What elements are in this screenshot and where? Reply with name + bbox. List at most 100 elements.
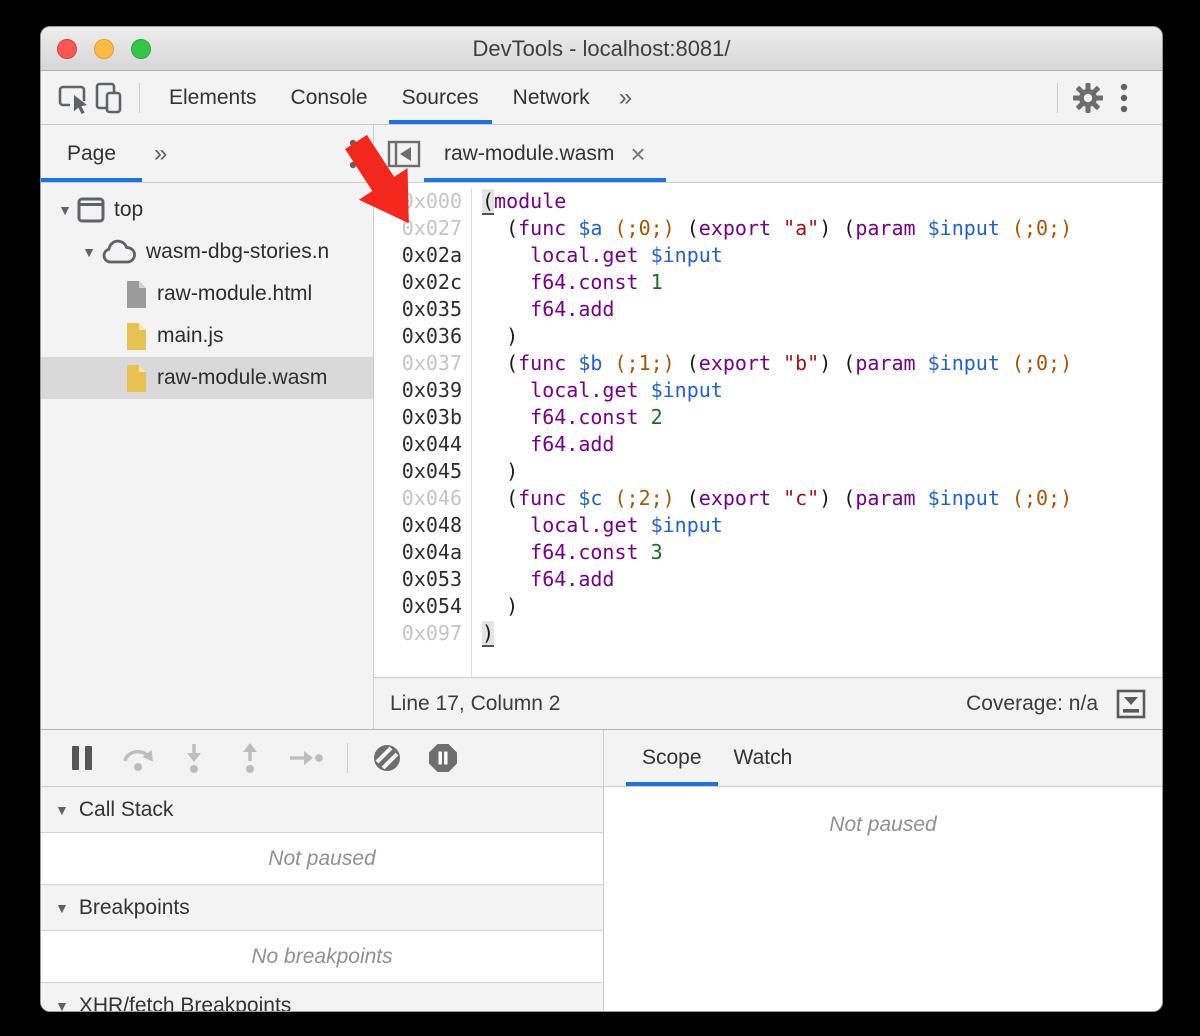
source-text: (module (func $a (;0;) (export "a") (par… xyxy=(472,188,1162,677)
tab-watch[interactable]: Watch xyxy=(718,730,809,786)
gutter-line-address[interactable]: 0x045 xyxy=(374,458,462,485)
disclosure-triangle-icon[interactable]: ▼ xyxy=(77,244,101,260)
code-editor: 0x0000x0270x02a0x02c0x0350x0360x0370x039… xyxy=(374,183,1162,677)
file-icon xyxy=(125,280,148,309)
code-token xyxy=(602,486,614,510)
more-panels-button[interactable]: » xyxy=(607,71,644,124)
step-into-button[interactable] xyxy=(177,741,211,775)
gutter-line-address[interactable]: 0x03b xyxy=(374,404,462,431)
code-line[interactable]: f64.add xyxy=(482,431,1162,458)
tree-item-main-js[interactable]: main.js xyxy=(41,315,373,357)
section-title: Breakpoints xyxy=(79,896,190,920)
code-line[interactable]: (func $b (;1;) (export "b") (param $inpu… xyxy=(482,350,1162,377)
tab-elements[interactable]: Elements xyxy=(152,71,274,124)
debugger-pane: ▼Call StackNot paused▼BreakpointsNo brea… xyxy=(41,730,604,1011)
gutter-line-address[interactable]: 0x000 xyxy=(374,188,462,215)
section-header-xhr-fetch-breakpoints[interactable]: ▼XHR/fetch Breakpoints xyxy=(41,983,603,1011)
code-token: f64.add xyxy=(530,432,614,456)
close-window-button[interactable] xyxy=(57,39,77,59)
kebab-menu-icon xyxy=(349,139,357,169)
main-menu-button[interactable] xyxy=(1106,80,1142,116)
disclosure-triangle-icon: ▼ xyxy=(55,802,69,818)
step-out-button[interactable] xyxy=(233,741,267,775)
code-line[interactable]: f64.add xyxy=(482,566,1162,593)
coverage-drawer-icon[interactable] xyxy=(1116,689,1146,719)
kebab-menu-icon xyxy=(1120,83,1128,113)
gutter-line-address[interactable]: 0x048 xyxy=(374,512,462,539)
gutter-line-address[interactable]: 0x054 xyxy=(374,593,462,620)
code-line[interactable]: f64.const 1 xyxy=(482,269,1162,296)
line-number-gutter: 0x0000x0270x02a0x02c0x0350x0360x0370x039… xyxy=(374,188,472,677)
code-line[interactable]: ) xyxy=(482,458,1162,485)
code-line[interactable]: f64.const 3 xyxy=(482,539,1162,566)
gutter-line-address[interactable]: 0x02c xyxy=(374,269,462,296)
zoom-window-button[interactable] xyxy=(131,39,151,59)
code-line[interactable]: ) xyxy=(482,620,1162,647)
gutter-line-address[interactable]: 0x046 xyxy=(374,485,462,512)
code-token: func xyxy=(518,216,566,240)
gutter-line-address[interactable]: 0x036 xyxy=(374,323,462,350)
sources-panel: Page » ▼top▼wasm-dbg-stories.nraw-module… xyxy=(41,125,1162,729)
code-line[interactable]: (func $c (;2;) (export "c") (param $inpu… xyxy=(482,485,1162,512)
debugger-sidebar: ▼Call StackNot paused▼BreakpointsNo brea… xyxy=(41,729,1162,1011)
window-title: DevTools - localhost:8081/ xyxy=(41,27,1162,71)
code-token xyxy=(1000,351,1012,375)
tree-item-top[interactable]: ▼top xyxy=(41,189,373,231)
code-line[interactable]: local.get $input xyxy=(482,512,1162,539)
tree-item-raw-module-html[interactable]: raw-module.html xyxy=(41,273,373,315)
code-line[interactable]: f64.add xyxy=(482,296,1162,323)
tree-item-wasm-dbg-stories-n[interactable]: ▼wasm-dbg-stories.n xyxy=(41,231,373,273)
code-line[interactable]: (module xyxy=(482,188,1162,215)
gutter-line-address[interactable]: 0x04a xyxy=(374,539,462,566)
code-line[interactable]: ) xyxy=(482,323,1162,350)
more-navigator-tabs-button[interactable]: » xyxy=(142,125,179,182)
code-line[interactable]: ) xyxy=(482,593,1162,620)
code-token: ( xyxy=(675,351,699,375)
file-icon xyxy=(125,322,148,351)
navigator-menu-button[interactable] xyxy=(333,125,373,182)
code-line[interactable]: f64.const 2 xyxy=(482,404,1162,431)
disclosure-triangle-icon[interactable]: ▼ xyxy=(53,202,77,218)
inspect-icon xyxy=(56,82,90,114)
gutter-line-address[interactable]: 0x02a xyxy=(374,242,462,269)
file-tab-raw-module-wasm[interactable]: raw-module.wasm × xyxy=(424,125,666,182)
minimize-window-button[interactable] xyxy=(94,39,114,59)
device-toolbar-button[interactable] xyxy=(91,80,127,116)
tab-page[interactable]: Page xyxy=(41,125,142,182)
gutter-line-address[interactable]: 0x037 xyxy=(374,350,462,377)
code-line[interactable]: local.get $input xyxy=(482,377,1162,404)
step-over-button[interactable] xyxy=(121,741,155,775)
close-tab-icon[interactable]: × xyxy=(630,141,645,167)
editor-pane: raw-module.wasm × 0x0000x0270x02a0x02c0x… xyxy=(374,125,1162,729)
code-token xyxy=(916,216,928,240)
pause-button[interactable] xyxy=(65,741,99,775)
gutter-line-address[interactable]: 0x039 xyxy=(374,377,462,404)
code-line[interactable]: local.get $input xyxy=(482,242,1162,269)
editor-tabstrip: raw-module.wasm × xyxy=(374,125,1162,183)
tree-item-raw-module-wasm[interactable]: raw-module.wasm xyxy=(41,357,373,399)
tab-network[interactable]: Network xyxy=(496,71,607,124)
gutter-line-address[interactable]: 0x035 xyxy=(374,296,462,323)
gutter-line-address[interactable]: 0x044 xyxy=(374,431,462,458)
tab-scope[interactable]: Scope xyxy=(626,730,718,786)
toggle-navigator-button[interactable] xyxy=(384,136,424,172)
gutter-line-address[interactable]: 0x027 xyxy=(374,215,462,242)
gutter-line-address[interactable]: 0x053 xyxy=(374,566,462,593)
tab-console[interactable]: Console xyxy=(274,71,385,124)
step-button[interactable] xyxy=(289,741,323,775)
deactivate-breakpoints-button[interactable] xyxy=(370,741,404,775)
inspect-element-button[interactable] xyxy=(55,80,91,116)
show-navigator-icon xyxy=(387,140,421,168)
settings-button[interactable] xyxy=(1070,80,1106,116)
scope-message: Not paused xyxy=(604,787,1162,837)
section-header-breakpoints[interactable]: ▼Breakpoints xyxy=(41,885,603,931)
gutter-line-address[interactable]: 0x097 xyxy=(374,620,462,647)
code-token xyxy=(482,270,530,294)
section-message: No breakpoints xyxy=(41,931,603,983)
section-header-call-stack[interactable]: ▼Call Stack xyxy=(41,787,603,833)
pause-on-exceptions-button[interactable] xyxy=(426,741,460,775)
code-line[interactable]: (func $a (;0;) (export "a") (param $inpu… xyxy=(482,215,1162,242)
code-token: f64.add xyxy=(530,567,614,591)
tab-sources[interactable]: Sources xyxy=(385,71,496,124)
tree-item-label: raw-module.wasm xyxy=(157,366,327,390)
